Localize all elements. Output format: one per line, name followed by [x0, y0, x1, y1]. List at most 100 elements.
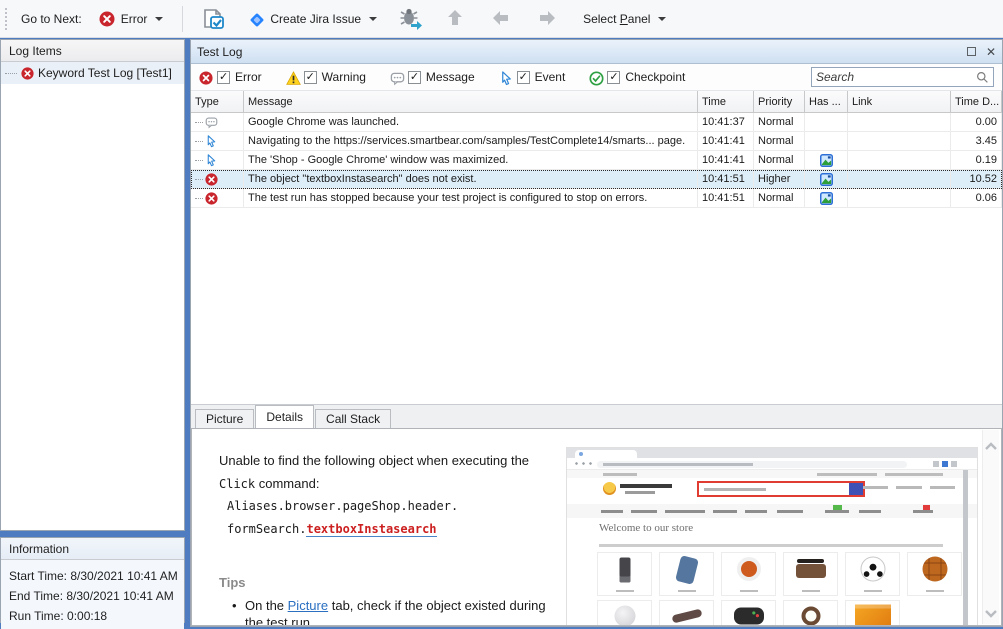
- cell-time-diff: 0.06: [951, 189, 1002, 207]
- product-grid-row1: [597, 552, 962, 596]
- cell-time-diff: 10.52: [951, 170, 1002, 188]
- col-time[interactable]: Time: [698, 91, 754, 112]
- run-time: Run Time: 0:00:18: [9, 606, 176, 626]
- cell-priority: Normal: [754, 151, 805, 169]
- cell-has-picture: [805, 113, 848, 131]
- message-checkbox[interactable]: [408, 71, 421, 84]
- store-search-button: [849, 483, 863, 495]
- go-to-next-error-text: Error: [121, 12, 148, 26]
- tab-details[interactable]: Details: [255, 405, 314, 428]
- details-pane: Unable to find the following object when…: [191, 428, 1002, 626]
- col-type[interactable]: Type: [191, 91, 244, 112]
- post-summary-button[interactable]: [193, 3, 235, 35]
- product-thumb-phone: [597, 552, 652, 596]
- report-bug-button[interactable]: [390, 3, 432, 35]
- nav-badge-green: [833, 505, 842, 510]
- select-panel-button[interactable]: Select Panel: [574, 7, 675, 31]
- search-input[interactable]: [816, 70, 976, 84]
- toolbar-separator: [182, 6, 183, 32]
- checkpoint-filter-label: Checkpoint: [625, 70, 685, 84]
- scroll-up-icon[interactable]: [984, 438, 998, 448]
- col-time-diff[interactable]: Time D...: [951, 91, 1002, 112]
- picture-tab-link[interactable]: Picture: [288, 598, 328, 613]
- tree-line: [195, 198, 203, 199]
- screenshot-thumbnail[interactable]: Welcome to our store Featured products: [566, 447, 978, 626]
- bug-report-icon: [399, 8, 423, 30]
- log-row-4-selected[interactable]: The object "textboxInstasearch" does not…: [191, 170, 1002, 189]
- cell-message: Navigating to the https://services.smart…: [244, 132, 698, 150]
- move-up-button[interactable]: [436, 3, 478, 35]
- information-body: Start Time: 8/30/2021 10:41 AM End Time:…: [1, 560, 184, 629]
- scroll-down-icon[interactable]: [984, 606, 998, 616]
- go-to-next-error-button[interactable]: Error: [90, 6, 173, 32]
- close-icon[interactable]: ✕: [986, 46, 996, 58]
- filter-event: Event: [499, 70, 566, 84]
- picture-icon: [820, 154, 833, 167]
- tree-item-keyword-test-log[interactable]: Keyword Test Log [Test1]: [1, 62, 184, 84]
- product-thumb-bag: [783, 552, 838, 596]
- url-text: [603, 463, 753, 466]
- information-header: Information: [1, 538, 184, 560]
- event-checkbox[interactable]: [517, 71, 530, 84]
- message-icon: [205, 116, 218, 129]
- restore-icon[interactable]: [967, 47, 976, 56]
- product-thumb-controller: [721, 600, 776, 626]
- tab-picture[interactable]: Picture: [195, 409, 254, 428]
- toolbar-grip[interactable]: [4, 7, 9, 31]
- textbox-instasearch-link[interactable]: textboxInstasearch: [306, 522, 436, 537]
- store-nav-bar: [567, 504, 977, 518]
- cell-link: [848, 189, 951, 207]
- log-row-5[interactable]: The test run has stopped because your te…: [191, 189, 1002, 208]
- tree-line: [195, 160, 203, 161]
- cell-priority: Normal: [754, 113, 805, 131]
- cell-time: 10:41:37: [698, 113, 754, 131]
- start-time: Start Time: 8/30/2021 10:41 AM: [9, 566, 176, 586]
- col-has-picture[interactable]: Has ...: [805, 91, 848, 112]
- test-log-panel: Test Log ✕ Error Warning Message: [190, 39, 1003, 627]
- tab-call-stack[interactable]: Call Stack: [315, 409, 391, 428]
- log-table-empty-area: [191, 208, 1002, 405]
- filter-warning: Warning: [286, 70, 366, 84]
- welcome-heading: Welcome to our store: [599, 522, 693, 534]
- information-panel: Information Start Time: 8/30/2021 10:41 …: [0, 537, 185, 623]
- log-items-header: Log Items: [1, 40, 184, 62]
- search-icon[interactable]: [976, 71, 989, 84]
- tree-line: [195, 122, 203, 123]
- col-priority[interactable]: Priority: [754, 91, 805, 112]
- nav-badge-red: [923, 505, 930, 510]
- warning-checkbox[interactable]: [304, 71, 317, 84]
- product-thumb-jeans: [659, 552, 714, 596]
- go-to-next-label: Go to Next:: [17, 12, 86, 26]
- create-jira-issue-button[interactable]: Create Jira Issue: [239, 6, 386, 32]
- store-header-links: [863, 486, 955, 490]
- col-link[interactable]: Link: [848, 91, 951, 112]
- log-row-1[interactable]: Google Chrome was launched. 10:41:37 Nor…: [191, 113, 1002, 132]
- product-thumb-ball: [597, 600, 652, 626]
- log-row-3[interactable]: The 'Shop - Google Chrome' window was ma…: [191, 151, 1002, 170]
- message-icon: [390, 71, 403, 84]
- log-row-2[interactable]: Navigating to the https://services.smart…: [191, 132, 1002, 151]
- checkpoint-checkbox[interactable]: [607, 71, 620, 84]
- cell-has-picture: [805, 151, 848, 169]
- tips-title: Tips: [219, 575, 246, 590]
- tips-list: On the Picture tab, check if the object …: [232, 597, 554, 626]
- cell-link: [848, 132, 951, 150]
- error-icon: [21, 67, 34, 80]
- create-jira-issue-label: Create Jira Issue: [270, 12, 361, 26]
- go-back-button[interactable]: [482, 3, 524, 35]
- product-thumb-gift-card: [845, 600, 900, 626]
- filter-message: Message: [390, 70, 475, 84]
- cell-link: [848, 151, 951, 169]
- details-scrollbar[interactable]: [982, 430, 999, 624]
- cell-time-diff: 3.45: [951, 132, 1002, 150]
- cell-time-diff: 0.19: [951, 151, 1002, 169]
- warning-filter-label: Warning: [322, 70, 366, 84]
- error-checkbox[interactable]: [217, 71, 230, 84]
- go-forward-button[interactable]: [528, 3, 570, 35]
- information-title: Information: [9, 542, 69, 556]
- log-items-panel: Log Items Keyword Test Log [Test1]: [0, 39, 185, 531]
- event-icon: [205, 154, 218, 167]
- cell-priority: Higher: [754, 170, 805, 188]
- col-message[interactable]: Message: [244, 91, 698, 112]
- chevron-down-icon: [369, 17, 377, 21]
